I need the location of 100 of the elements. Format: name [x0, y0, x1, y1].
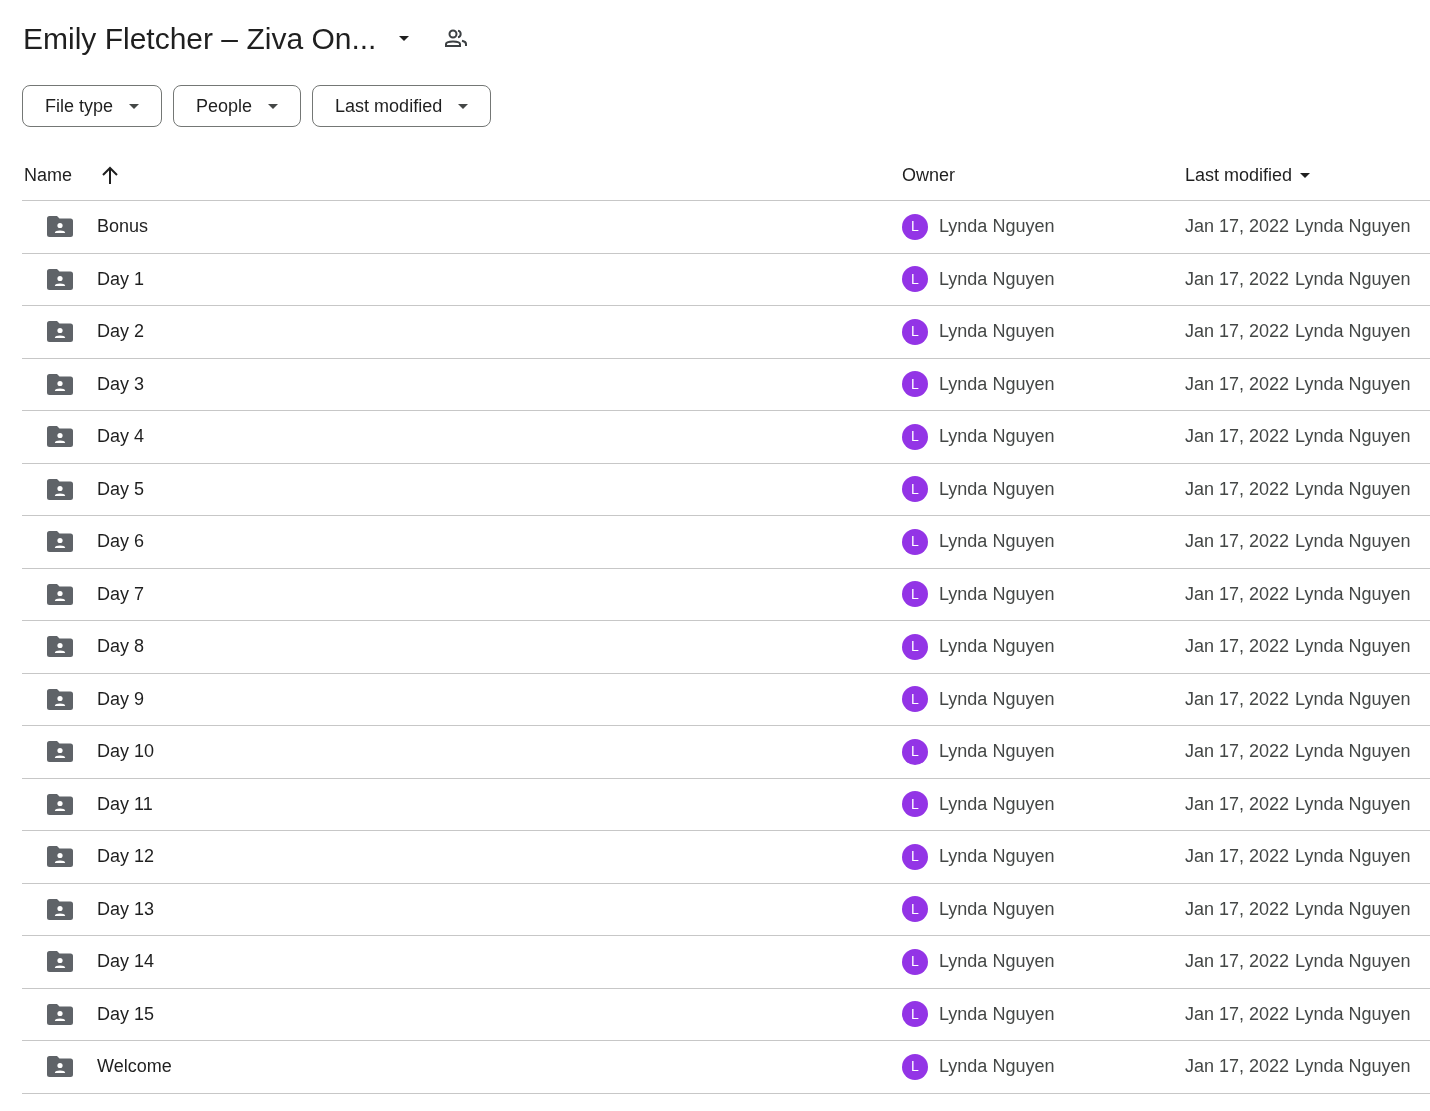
shared-folder-icon	[47, 216, 73, 238]
modified-date: Jan 17, 2022	[1185, 372, 1290, 396]
owner-name: Lynda Nguyen	[939, 582, 1055, 606]
modified-date: Jan 17, 2022	[1185, 267, 1290, 291]
modified-by: Lynda Nguyen	[1295, 267, 1411, 291]
folder-name: Day 9	[97, 687, 145, 711]
file-row[interactable]: Day 14 L Lynda Nguyen Jan 17, 2022 Lynda Nguyen	[22, 936, 1430, 989]
owner-avatar: L	[902, 476, 928, 503]
owner-avatar: L	[902, 371, 928, 398]
owner-name: Lynda Nguyen	[939, 635, 1055, 659]
file-row[interactable]: Day 7 L Lynda Nguyen Jan 17, 2022 Lynda Nguyen	[22, 568, 1430, 621]
shared-folder-icon	[47, 583, 73, 605]
modified-date: Jan 17, 2022	[1185, 792, 1290, 816]
owner-name: Lynda Nguyen	[939, 477, 1055, 501]
folder-name: Day 1	[97, 267, 145, 291]
folder-name: Bonus	[97, 215, 149, 239]
owner-avatar: L	[902, 896, 928, 923]
file-row[interactable]: Day 3 L Lynda Nguyen Jan 17, 2022 Lynda Nguyen	[22, 358, 1430, 411]
shared-folder-icon	[47, 268, 73, 290]
caret-icon	[268, 103, 279, 109]
owner-avatar: L	[902, 213, 928, 240]
modified-date: Jan 17, 2022	[1185, 635, 1290, 659]
file-row[interactable]: Day 8 L Lynda Nguyen Jan 17, 2022 Lynda Nguyen	[22, 621, 1430, 674]
owner-avatar: L	[902, 633, 928, 660]
owner-name: Lynda Nguyen	[939, 792, 1055, 816]
file-row[interactable]: Bonus L Lynda Nguyen Jan 17, 2022 Lynda Nguyen	[22, 201, 1430, 254]
file-row[interactable]: Day 11 L Lynda Nguyen Jan 17, 2022 Lynda Nguyen	[22, 778, 1430, 831]
modified-by: Lynda Nguyen	[1295, 320, 1411, 344]
owner-avatar: L	[902, 1001, 928, 1028]
shared-folder-icon	[47, 688, 73, 710]
folder-name: Day 7	[97, 582, 145, 606]
column-header[interactable]: Owner	[902, 161, 1185, 189]
owner-name: Lynda Nguyen	[939, 267, 1055, 291]
owner-name: Lynda Nguyen	[939, 530, 1055, 554]
file-row[interactable]: Welcome L Lynda Nguyen Jan 17, 2022 Lynda Nguyen	[22, 1041, 1430, 1094]
shared-folder-icon	[47, 1056, 73, 1078]
owner-avatar: L	[902, 581, 928, 608]
modified-by: Lynda Nguyen	[1295, 1055, 1411, 1079]
owner-avatar: L	[902, 948, 928, 975]
file-row[interactable]: Day 15 L Lynda Nguyen Jan 17, 2022 Lynda Nguyen	[22, 988, 1430, 1041]
owner-avatar: L	[902, 528, 928, 555]
file-row[interactable]: Day 13 L Lynda Nguyen Jan 17, 2022 Lynda Nguyen	[22, 883, 1430, 936]
modified-date: Jan 17, 2022	[1185, 740, 1290, 764]
file-row[interactable]: Day 6 L Lynda Nguyen Jan 17, 2022 Lynda Nguyen	[22, 516, 1430, 569]
shared-people-icon[interactable]	[444, 28, 469, 48]
caret-icon	[458, 103, 469, 109]
modified-by: Lynda Nguyen	[1295, 950, 1411, 974]
modified-by: Lynda Nguyen	[1295, 792, 1411, 816]
filter-chip[interactable]: People	[173, 85, 302, 127]
filter-chip[interactable]: File type	[22, 85, 163, 127]
sort-caret-icon	[1300, 172, 1311, 178]
file-row[interactable]: Day 4 L Lynda Nguyen Jan 17, 2022 Lynda Nguyen	[22, 411, 1430, 464]
folder-name: Day 8	[97, 635, 145, 659]
folder-name: Day 14	[97, 950, 155, 974]
column-header[interactable]: Name	[24, 161, 72, 189]
file-row[interactable]: Day 12 L Lynda Nguyen Jan 17, 2022 Lynda Nguyen	[22, 831, 1430, 884]
owner-avatar: L	[902, 1053, 928, 1080]
file-row[interactable]: Day 2 L Lynda Nguyen Jan 17, 2022 Lynda Nguyen	[22, 306, 1430, 359]
filter-chip[interactable]: Last modified	[312, 85, 492, 127]
modified-by: Lynda Nguyen	[1295, 740, 1411, 764]
shared-folder-icon	[47, 636, 73, 658]
owner-name: Lynda Nguyen	[939, 1055, 1055, 1079]
modified-date: Jan 17, 2022	[1185, 845, 1290, 869]
owner-avatar: L	[902, 318, 928, 345]
shared-folder-icon	[47, 426, 73, 448]
folder-name: Day 4	[97, 425, 145, 449]
shared-folder-icon	[47, 321, 73, 343]
owner-avatar: L	[902, 791, 928, 818]
shared-folder-icon	[47, 741, 73, 763]
column-header[interactable]: Last modified	[1185, 161, 1293, 189]
owner-name: Lynda Nguyen	[939, 897, 1055, 921]
owner-name: Lynda Nguyen	[939, 845, 1055, 869]
file-row[interactable]: Day 10 L Lynda Nguyen Jan 17, 2022 Lynda Nguyen	[22, 726, 1430, 779]
modified-by: Lynda Nguyen	[1295, 635, 1411, 659]
owner-name: Lynda Nguyen	[939, 740, 1055, 764]
file-row[interactable]: Day 9 L Lynda Nguyen Jan 17, 2022 Lynda Nguyen	[22, 673, 1430, 726]
folder-name: Welcome	[97, 1055, 172, 1079]
sort-ascending-icon[interactable]	[102, 166, 118, 184]
owner-avatar: L	[902, 686, 928, 713]
modified-date: Jan 17, 2022	[1185, 1002, 1290, 1026]
owner-avatar: L	[902, 423, 928, 450]
modified-date: Jan 17, 2022	[1185, 425, 1290, 449]
modified-date: Jan 17, 2022	[1185, 530, 1290, 554]
folder-name: Day 11	[97, 792, 153, 816]
caret-icon	[399, 35, 410, 41]
file-row[interactable]: Day 1 L Lynda Nguyen Jan 17, 2022 Lynda Nguyen	[22, 253, 1430, 306]
modified-by: Lynda Nguyen	[1295, 582, 1411, 606]
shared-folder-icon	[47, 951, 73, 973]
shared-folder-icon	[47, 478, 73, 500]
modified-date: Jan 17, 2022	[1185, 1055, 1290, 1079]
shared-folder-icon	[47, 898, 73, 920]
modified-by: Lynda Nguyen	[1295, 372, 1411, 396]
shared-folder-icon	[47, 1003, 73, 1025]
folder-name: Day 10	[97, 740, 155, 764]
folder-name: Day 3	[97, 372, 145, 396]
owner-name: Lynda Nguyen	[939, 215, 1055, 239]
shared-folder-icon	[47, 846, 73, 868]
file-row[interactable]: Day 5 L Lynda Nguyen Jan 17, 2022 Lynda Nguyen	[22, 463, 1430, 516]
owner-name: Lynda Nguyen	[939, 950, 1055, 974]
modified-date: Jan 17, 2022	[1185, 320, 1290, 344]
